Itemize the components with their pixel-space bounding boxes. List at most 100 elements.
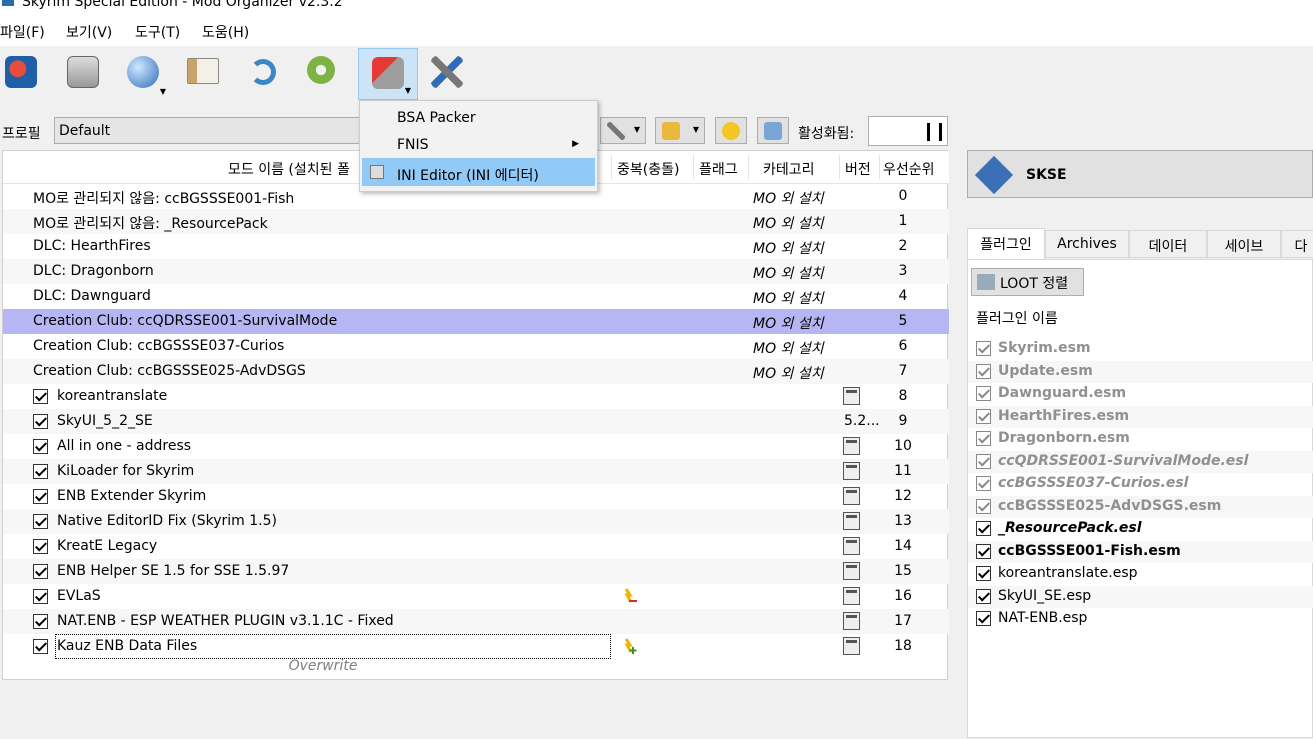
tab-data[interactable]: 데이터 bbox=[1129, 230, 1207, 258]
tools-button[interactable]: ▼ bbox=[358, 48, 418, 100]
column-name[interactable]: 모드 이름 (설치된 폴 bbox=[228, 159, 350, 179]
mod-row[interactable]: Creation Club: ccBGSSSE037-Curios MO 외 설치… bbox=[3, 334, 949, 359]
menu-view[interactable]: 보기(V) bbox=[66, 22, 112, 42]
app-icon bbox=[2, 0, 14, 6]
backup-button[interactable] bbox=[757, 117, 789, 144]
plugin-enabled-checkbox[interactable] bbox=[976, 543, 991, 559]
menu-item-bsa-packer[interactable]: BSA Packer bbox=[397, 110, 476, 126]
menu-item-fnis[interactable]: FNIS bbox=[397, 137, 429, 153]
plugin-enabled-checkbox[interactable] bbox=[976, 566, 991, 581]
column-category[interactable]: 카테고리 bbox=[763, 159, 815, 179]
restore-backup-button[interactable] bbox=[715, 117, 747, 144]
wrench-button[interactable] bbox=[418, 48, 476, 100]
plugin-row[interactable]: ccBGSSSE025-AdvDSGS.esm bbox=[968, 495, 1313, 518]
mod-enabled-checkbox[interactable] bbox=[33, 614, 48, 629]
menu-item-ini-editor[interactable]: INI Editor (INI 에디터) bbox=[397, 165, 539, 185]
loot-sort-button[interactable]: LOOT 정렬 bbox=[971, 268, 1084, 296]
menu-help[interactable]: 도움(H) bbox=[202, 22, 249, 42]
mod-enabled-checkbox[interactable] bbox=[33, 414, 48, 429]
profile-select[interactable]: Default bbox=[54, 117, 360, 144]
tab-plugins[interactable]: 플러그인 bbox=[967, 228, 1045, 260]
plugin-row[interactable]: koreantranslate.esp bbox=[968, 563, 1313, 585]
mod-enabled-checkbox[interactable] bbox=[33, 489, 48, 504]
mod-row[interactable]: NAT.ENB - ESP WEATHER PLUGIN v3.1.1C - F… bbox=[3, 609, 949, 634]
plugin-enabled-checkbox[interactable] bbox=[976, 408, 991, 424]
mod-enabled-checkbox[interactable] bbox=[33, 514, 48, 529]
run-executable-button[interactable]: SKSE bbox=[967, 150, 1313, 198]
mod-row[interactable]: KreatE Legacy 14 bbox=[3, 534, 949, 559]
mod-row[interactable]: koreantranslate 8 bbox=[3, 384, 949, 409]
nexus-button[interactable]: ▼ bbox=[114, 48, 172, 100]
install-mod-button[interactable] bbox=[0, 48, 50, 100]
mod-enabled-checkbox[interactable] bbox=[33, 464, 48, 479]
mod-enabled-checkbox[interactable] bbox=[33, 564, 48, 579]
mod-enabled-checkbox[interactable] bbox=[33, 589, 48, 604]
profiles-button[interactable] bbox=[54, 48, 112, 100]
plugin-row[interactable]: _ResourcePack.esl bbox=[968, 518, 1313, 540]
plugin-enabled-checkbox[interactable] bbox=[976, 363, 991, 379]
plugin-row[interactable]: Skyrim.esm bbox=[968, 338, 1313, 360]
column-version[interactable]: 버전 bbox=[845, 159, 871, 179]
plugin-name: koreantranslate.esp bbox=[998, 565, 1138, 581]
mod-priority: 18 bbox=[894, 638, 912, 654]
tab-more[interactable]: 다 bbox=[1281, 230, 1313, 258]
plugin-row[interactable]: ccQDRSSE001-SurvivalMode.esl bbox=[968, 450, 1313, 473]
plugin-enabled-checkbox[interactable] bbox=[976, 341, 991, 356]
tab-archives[interactable]: Archives bbox=[1045, 230, 1129, 258]
refresh-button[interactable] bbox=[234, 48, 292, 100]
mod-tools-button[interactable]: ▼ bbox=[600, 117, 646, 144]
plugin-enabled-checkbox[interactable] bbox=[976, 476, 991, 491]
mod-row[interactable]: DLC: Dragonborn MO 외 설치 3 bbox=[3, 259, 949, 284]
plugin-row[interactable]: Dawnguard.esm bbox=[968, 383, 1313, 405]
column-flags[interactable]: 플래그 bbox=[699, 159, 738, 179]
executables-button[interactable] bbox=[174, 48, 232, 100]
menu-file[interactable]: 파일(F) bbox=[0, 22, 45, 42]
plugin-enabled-checkbox[interactable] bbox=[976, 453, 991, 469]
mod-row[interactable]: Creation Club: ccQDRSSE001-SurvivalMode M… bbox=[3, 309, 949, 334]
mod-row[interactable]: Creation Club: ccBGSSSE025-AdvDSGS MO 외 설… bbox=[3, 359, 949, 384]
plugin-enabled-checkbox[interactable] bbox=[976, 431, 991, 446]
overwrite-row[interactable]: Overwrite bbox=[3, 658, 643, 674]
active-count-display bbox=[868, 116, 948, 146]
plugin-row[interactable]: NAT-ENB.esp bbox=[968, 608, 1313, 630]
mod-row[interactable]: All in one - address 10 bbox=[3, 434, 949, 459]
mod-enabled-checkbox[interactable] bbox=[33, 539, 48, 554]
plugin-enabled-checkbox[interactable] bbox=[976, 498, 991, 514]
settings-button[interactable] bbox=[294, 48, 352, 100]
mod-row[interactable]: EVLaS 16 bbox=[3, 584, 949, 609]
mod-row[interactable]: DLC: Dawnguard MO 외 설치 4 bbox=[3, 284, 949, 309]
plugin-list[interactable]: 플러그인 이름 Skyrim.esm Update.esm Dawnguard.es… bbox=[968, 300, 1313, 739]
mod-enabled-checkbox[interactable] bbox=[33, 439, 48, 454]
mod-row[interactable]: MO로 관리되지 않음: _ResourcePack MO 외 설치 1 bbox=[3, 209, 949, 234]
mod-row[interactable]: ENB Extender Skyrim 12 bbox=[3, 484, 949, 509]
plugin-row[interactable]: ccBGSSSE037-Curios.esl bbox=[968, 473, 1313, 495]
tab-saves[interactable]: 세이브 bbox=[1207, 230, 1281, 258]
mod-name: ENB Helper SE 1.5 for SSE 1.5.97 bbox=[57, 563, 290, 579]
plugin-row[interactable]: Update.esm bbox=[968, 360, 1313, 383]
column-conflicts[interactable]: 중복(충돌) bbox=[617, 159, 679, 179]
plugin-enabled-checkbox[interactable] bbox=[976, 521, 991, 536]
plugin-row[interactable]: ccBGSSSE001-Fish.esm bbox=[968, 540, 1313, 563]
mod-list[interactable]: 모드 이름 (설치된 폴 중복(충돌) 플래그 카테고리 버전 우선순위 MO로… bbox=[2, 150, 949, 680]
mod-enabled-checkbox[interactable] bbox=[33, 389, 48, 404]
plugin-enabled-checkbox[interactable] bbox=[976, 588, 991, 604]
mod-category: MO 외 설치 bbox=[753, 191, 824, 207]
mod-row[interactable]: Kauz ENB Data Files 18 bbox=[3, 634, 949, 659]
plugin-row[interactable]: SkyUI_SE.esp bbox=[968, 585, 1313, 608]
column-priority[interactable]: 우선순위 bbox=[883, 159, 935, 179]
plugin-enabled-checkbox[interactable] bbox=[976, 611, 991, 626]
plugin-row[interactable]: HearthFires.esm bbox=[968, 405, 1313, 428]
plugin-row[interactable]: Dragonborn.esm bbox=[968, 428, 1313, 450]
plugin-name-header[interactable]: 플러그인 이름 bbox=[976, 308, 1058, 328]
mod-row[interactable]: Native EditorID Fix (Skyrim 1.5) 13 bbox=[3, 509, 949, 534]
mod-row[interactable]: SkyUI_5_2_SE 5.2... 9 bbox=[3, 409, 949, 434]
mod-row[interactable]: ENB Helper SE 1.5 for SSE 1.5.97 15 bbox=[3, 559, 949, 584]
mod-enabled-checkbox[interactable] bbox=[33, 639, 48, 654]
mod-name: MO로 관리되지 않음: _ResourcePack bbox=[33, 216, 268, 232]
plugin-enabled-checkbox[interactable] bbox=[976, 386, 991, 401]
mod-row[interactable]: KiLoader for Skyrim 11 bbox=[3, 459, 949, 484]
calendar-icon bbox=[843, 387, 860, 405]
mod-row[interactable]: DLC: HearthFires MO 외 설치 2 bbox=[3, 234, 949, 259]
open-folder-button[interactable]: ▼ bbox=[655, 117, 705, 144]
menu-tools[interactable]: 도구(T) bbox=[135, 22, 180, 42]
